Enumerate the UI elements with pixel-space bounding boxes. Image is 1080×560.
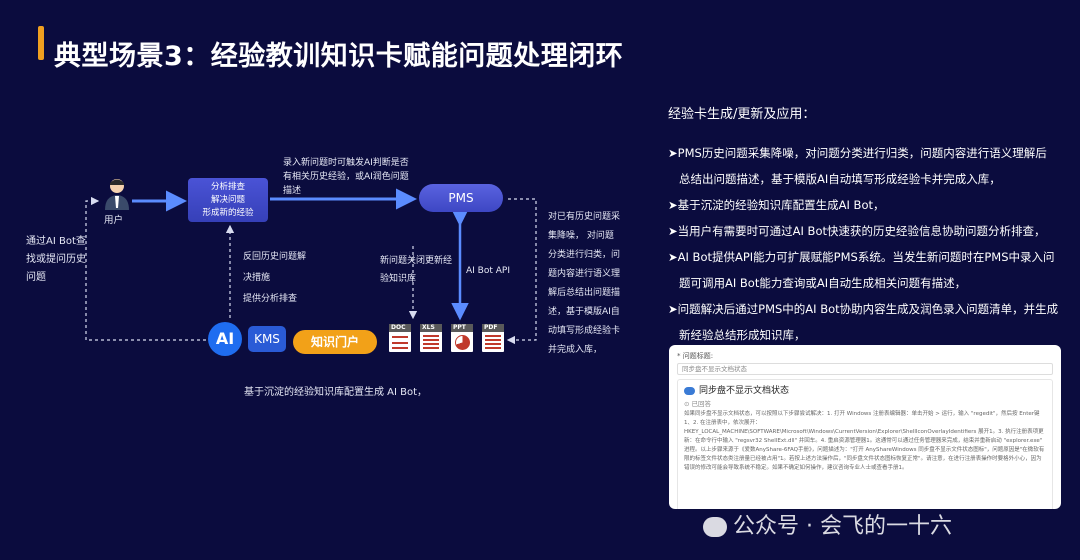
left-note: 通过AI Bot查 找或提问历史 问题 bbox=[26, 233, 96, 287]
ai-bot-icon-text: AI bbox=[215, 329, 235, 348]
right-note: 对已有历史问题采 集降噪， 对问题 分类进行归类，问 题内容进行语义理 解后总结… bbox=[548, 208, 628, 360]
answer-title: 同步盘不显示文档状态 bbox=[684, 384, 1046, 398]
middle-note-line: 反回历史问题解 bbox=[243, 252, 307, 262]
bullet-line: 题可调用AI Bot能力查询或AI自动生成相关问题有描述， bbox=[679, 276, 967, 290]
right-note-line: 并完成入库， bbox=[548, 345, 603, 355]
answer-panel: 同步盘不显示文档状态 ⊙ 已回答 如果同步盘不显示文档状态，可以按照以下步骤尝试… bbox=[677, 379, 1053, 509]
xls-file-icon: XLS bbox=[420, 324, 442, 352]
xls-file-label: XLS bbox=[420, 324, 442, 332]
bullet-item: ➤AI Bot提供API能力可扩展赋能PMS系统。当发生新问题时在PMS中录入问… bbox=[668, 244, 1064, 296]
middle-note-line: 提供分析排查 bbox=[243, 294, 298, 304]
close-note-line: 验知识库 bbox=[380, 274, 417, 284]
bullet-line: ➤AI Bot提供API能力可扩展赋能PMS系统。当发生新问题时在PMS中录入问 bbox=[668, 250, 1055, 264]
right-note-line: 题内容进行语义理 bbox=[548, 269, 621, 279]
bullet-item: ➤PMS历史问题采集降噪，对问题分类进行归类，问题内容进行语义理解后 总结出问题… bbox=[668, 140, 1064, 192]
middle-note-line: 决措施 bbox=[243, 273, 271, 283]
kms-icon: KMS bbox=[248, 326, 286, 352]
bullet-list: ➤PMS历史问题采集降噪，对问题分类进行归类，问题内容进行语义理解后 总结出问题… bbox=[668, 140, 1064, 348]
analysis-line: 分析排查 bbox=[210, 182, 245, 192]
middle-note: 反回历史问题解 决措施 提供分析排查 bbox=[243, 247, 323, 310]
bullet-line: ➤基于沉淀的经验知识库配置生成AI Bot， bbox=[668, 198, 885, 212]
bot-logo-icon bbox=[684, 386, 695, 395]
kms-icon-text: KMS bbox=[254, 332, 280, 346]
watermark-text: 公众号 · 会飞的一十六 bbox=[733, 514, 952, 539]
pdf-file-icon: PDF bbox=[482, 324, 504, 352]
ai-bot-api-label: AI Bot API bbox=[466, 266, 510, 276]
bottom-caption: 基于沉淀的经验知识库配置生成 AI Bot， bbox=[244, 387, 428, 398]
pdf-file-label: PDF bbox=[482, 324, 504, 332]
left-note-line: 问题 bbox=[26, 272, 46, 283]
analysis-line: 解决问题 bbox=[210, 195, 245, 205]
field-label: * 问题标题: bbox=[677, 352, 714, 360]
user-label: 用户 bbox=[104, 215, 124, 226]
analysis-line: 形成新的经验 bbox=[202, 208, 254, 218]
top-note-line: 录入新问题时可触发AI判断是否 bbox=[283, 158, 409, 168]
ai-bot-icon: AI bbox=[208, 322, 242, 356]
bullet-item: ➤问题解决后通过PMS中的AI Bot协助内容生成及润色录入问题清单，并生成 新… bbox=[668, 296, 1064, 348]
close-note-line: 新问题关闭更新经 bbox=[380, 256, 453, 266]
bullet-item: ➤当用户有需要时可通过AI Bot快速获的历史经验信息协助问题分析排查， bbox=[668, 218, 1064, 244]
bullet-line: ➤问题解决后通过PMS中的AI Bot协助内容生成及润色录入问题清单，并生成 bbox=[668, 302, 1059, 316]
top-note-line: 有相关历史经验，或AI润色问题 bbox=[283, 172, 409, 182]
top-note-line: 描述 bbox=[283, 186, 302, 196]
bullet-line: ➤PMS历史问题采集降噪，对问题分类进行归类，问题内容进行语义理解后 bbox=[668, 146, 1047, 160]
doc-file-icon: DOC bbox=[389, 324, 411, 352]
analysis-box: 分析排查 解决问题 形成新的经验 bbox=[188, 178, 268, 222]
ppt-file-icon: PPT bbox=[451, 324, 473, 352]
bullet-line: ➤当用户有需要时可通过AI Bot快速获的历史经验信息协助问题分析排查， bbox=[668, 224, 1046, 238]
right-note-line: 解后总结出问题描 bbox=[548, 288, 621, 298]
dotted-loop-right bbox=[506, 198, 537, 345]
right-note-line: 集降噪， 对问题 bbox=[548, 231, 614, 241]
ppt-file-label: PPT bbox=[451, 324, 473, 332]
pms-node: PMS bbox=[419, 184, 503, 212]
right-note-line: 动填写形成经验卡 bbox=[548, 326, 621, 336]
bullet-item: ➤基于沉淀的经验知识库配置生成AI Bot， bbox=[668, 192, 1064, 218]
answer-status: ⊙ 已回答 bbox=[684, 398, 1046, 410]
answer-status-text: 已回答 bbox=[691, 400, 712, 408]
right-note-line: 对已有历史问题采 bbox=[548, 212, 621, 222]
left-note-line: 通过AI Bot查 bbox=[26, 236, 86, 247]
issue-title-field: 同步盘不显示文档状态 bbox=[677, 363, 1053, 375]
right-note-line: 述，基于模版AI自 bbox=[548, 307, 620, 317]
answer-body: 如果同步盘不显示文档状态，可以按照以下步骤尝试解决：1. 打开 Windows … bbox=[684, 411, 1045, 471]
right-note-line: 分类进行归类，问 bbox=[548, 250, 621, 260]
answer-title-text: 同步盘不显示文档状态 bbox=[699, 386, 790, 396]
left-note-line: 找或提问历史 bbox=[26, 254, 86, 265]
wechat-icon bbox=[703, 517, 727, 537]
watermark: 公众号 · 会飞的一十六 bbox=[703, 508, 952, 540]
close-note: 新问题关闭更新经 验知识库 bbox=[380, 252, 460, 288]
answer-card-screenshot: * 问题标题: 同步盘不显示文档状态 同步盘不显示文档状态 ⊙ 已回答 如果同步… bbox=[669, 345, 1061, 509]
top-note: 录入新问题时可触发AI判断是否 有相关历史经验，或AI润色问题 描述 bbox=[283, 156, 418, 198]
check-icon: ⊙ bbox=[684, 400, 690, 408]
knowledge-portal-badge: 知识门户 bbox=[293, 330, 377, 354]
user-icon bbox=[105, 179, 129, 210]
bullet-line: 总结出问题描述，基于模版AI自动填写形成经验卡并完成入库， bbox=[679, 172, 1001, 186]
panel-heading: 经验卡生成/更新及应用： bbox=[668, 107, 816, 122]
doc-file-label: DOC bbox=[389, 324, 411, 332]
